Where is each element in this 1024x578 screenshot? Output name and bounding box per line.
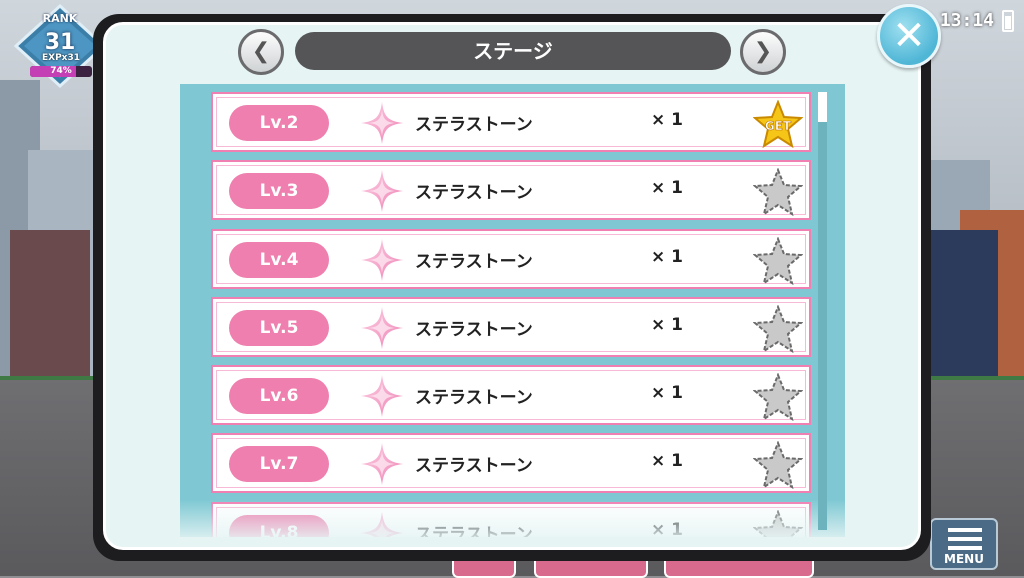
stella-stone-icon: [359, 373, 405, 419]
stella-stone-icon: [359, 100, 405, 146]
exp-percent: 74%: [50, 66, 72, 76]
exp-label: EXPx31: [41, 53, 80, 63]
chevron-right-icon: ❯: [753, 39, 773, 64]
stella-stone-icon: [359, 168, 405, 214]
reward-row[interactable]: Lv.6 ステラストーン × 1: [211, 365, 811, 426]
clock: 13:14: [939, 10, 994, 31]
reward-rows: Lv.2 ステラストーン × 1 GET Lv.3 ステラストーン × 1 Lv.4 ステラスト…: [211, 92, 811, 537]
reward-row[interactable]: Lv.2 ステラストーン × 1 GET: [211, 92, 811, 152]
get-star-icon: GET: [752, 99, 804, 149]
item-quantity: × 1: [651, 383, 683, 404]
item-name: ステラストーン: [415, 388, 533, 409]
empty-star-icon: [752, 167, 804, 217]
stella-stone-icon: [359, 305, 405, 351]
empty-star-icon: [752, 235, 804, 285]
list-fade: [180, 500, 845, 537]
menu-button[interactable]: MENU: [930, 518, 998, 570]
level-badge: Lv.3: [229, 173, 329, 210]
item-name: ステラストーン: [415, 456, 533, 477]
close-button[interactable]: ✕: [877, 4, 941, 68]
reward-row[interactable]: Lv.5 ステラストーン × 1: [211, 296, 811, 357]
item-name: ステラストーン: [415, 183, 533, 204]
reward-row[interactable]: Lv.3 ステラストーン × 1: [211, 160, 811, 221]
reward-list[interactable]: Lv.2 ステラストーン × 1 GET Lv.3 ステラストーン × 1 Lv.4 ステラスト…: [180, 84, 845, 537]
building: [10, 230, 90, 380]
next-button[interactable]: ❯: [740, 29, 786, 75]
stella-stone-icon: [359, 237, 405, 283]
battery-icon: [1002, 10, 1014, 32]
prev-button[interactable]: ❮: [238, 29, 284, 75]
building: [928, 230, 998, 380]
dialog-title: ステージ: [295, 32, 731, 70]
item-name: ステラストーン: [415, 115, 533, 135]
stella-stone-icon: [359, 441, 405, 487]
scrollbar-track[interactable]: [818, 92, 827, 530]
item-quantity: × 1: [651, 178, 683, 199]
reward-row[interactable]: Lv.7 ステラストーン × 1: [211, 433, 811, 494]
item-quantity: × 1: [651, 110, 683, 130]
item-quantity: × 1: [651, 314, 683, 335]
get-label: GET: [765, 119, 792, 133]
rank-label: RANK: [42, 12, 78, 25]
item-quantity: × 1: [651, 246, 683, 267]
level-badge: Lv.7: [229, 446, 329, 483]
empty-star-icon: [752, 304, 804, 354]
level-badge: Lv.2: [229, 105, 329, 141]
empty-star-icon: [752, 440, 804, 490]
level-badge: Lv.5: [229, 309, 329, 346]
menu-icon: [948, 528, 982, 550]
item-name: ステラストーン: [415, 251, 533, 272]
chevron-left-icon: ❮: [251, 39, 271, 64]
reward-row[interactable]: Lv.4 ステラストーン × 1: [211, 228, 811, 289]
item-name: ステラストーン: [415, 319, 533, 340]
level-badge: Lv.6: [229, 378, 329, 415]
menu-label: MENU: [944, 552, 984, 566]
close-icon: ✕: [892, 13, 926, 59]
scrollbar-thumb[interactable]: [818, 92, 827, 122]
item-quantity: × 1: [651, 451, 683, 472]
empty-star-icon: [752, 372, 804, 422]
level-badge: Lv.4: [229, 241, 329, 278]
